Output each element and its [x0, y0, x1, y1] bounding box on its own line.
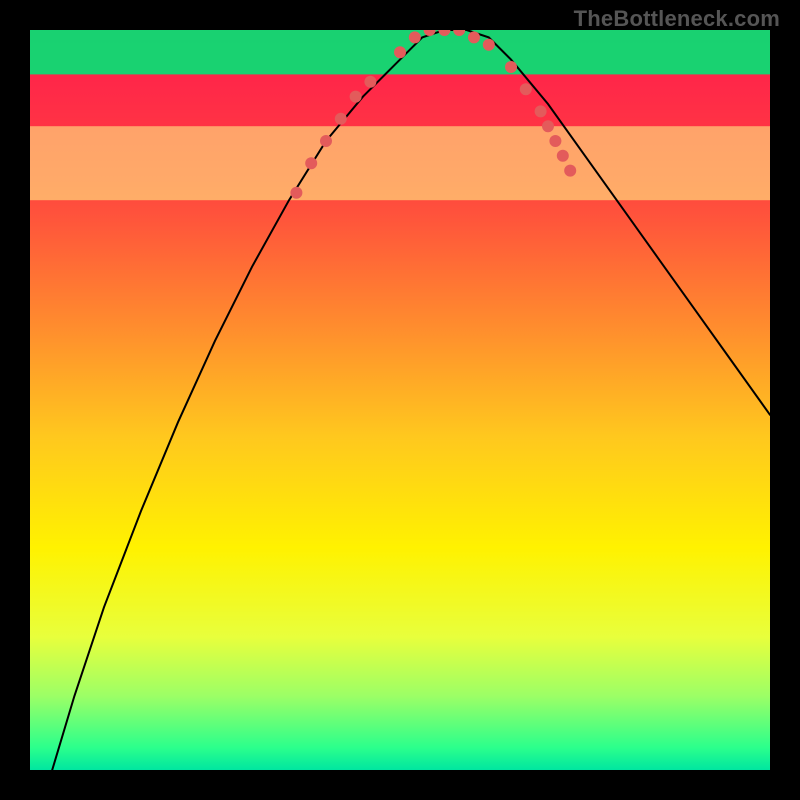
marker-dot	[409, 31, 421, 43]
marker-dot	[520, 83, 532, 95]
watermark-text: TheBottleneck.com	[574, 6, 780, 32]
marker-dot	[364, 76, 376, 88]
marker-dot	[483, 39, 495, 51]
chart-svg	[30, 30, 770, 770]
marker-dot	[564, 165, 576, 177]
marker-dot	[468, 31, 480, 43]
marker-dot	[350, 91, 362, 103]
marker-dot	[335, 113, 347, 125]
marker-dot	[549, 135, 561, 147]
chart-frame: TheBottleneck.com	[0, 0, 800, 800]
marker-dot	[542, 120, 554, 132]
marker-dot	[394, 46, 406, 58]
marker-dot	[320, 135, 332, 147]
marker-dot	[557, 150, 569, 162]
marker-dot	[505, 61, 517, 73]
marker-dot	[535, 105, 547, 117]
plot-area	[30, 30, 770, 770]
marker-dot	[305, 157, 317, 169]
marker-dot	[290, 187, 302, 199]
